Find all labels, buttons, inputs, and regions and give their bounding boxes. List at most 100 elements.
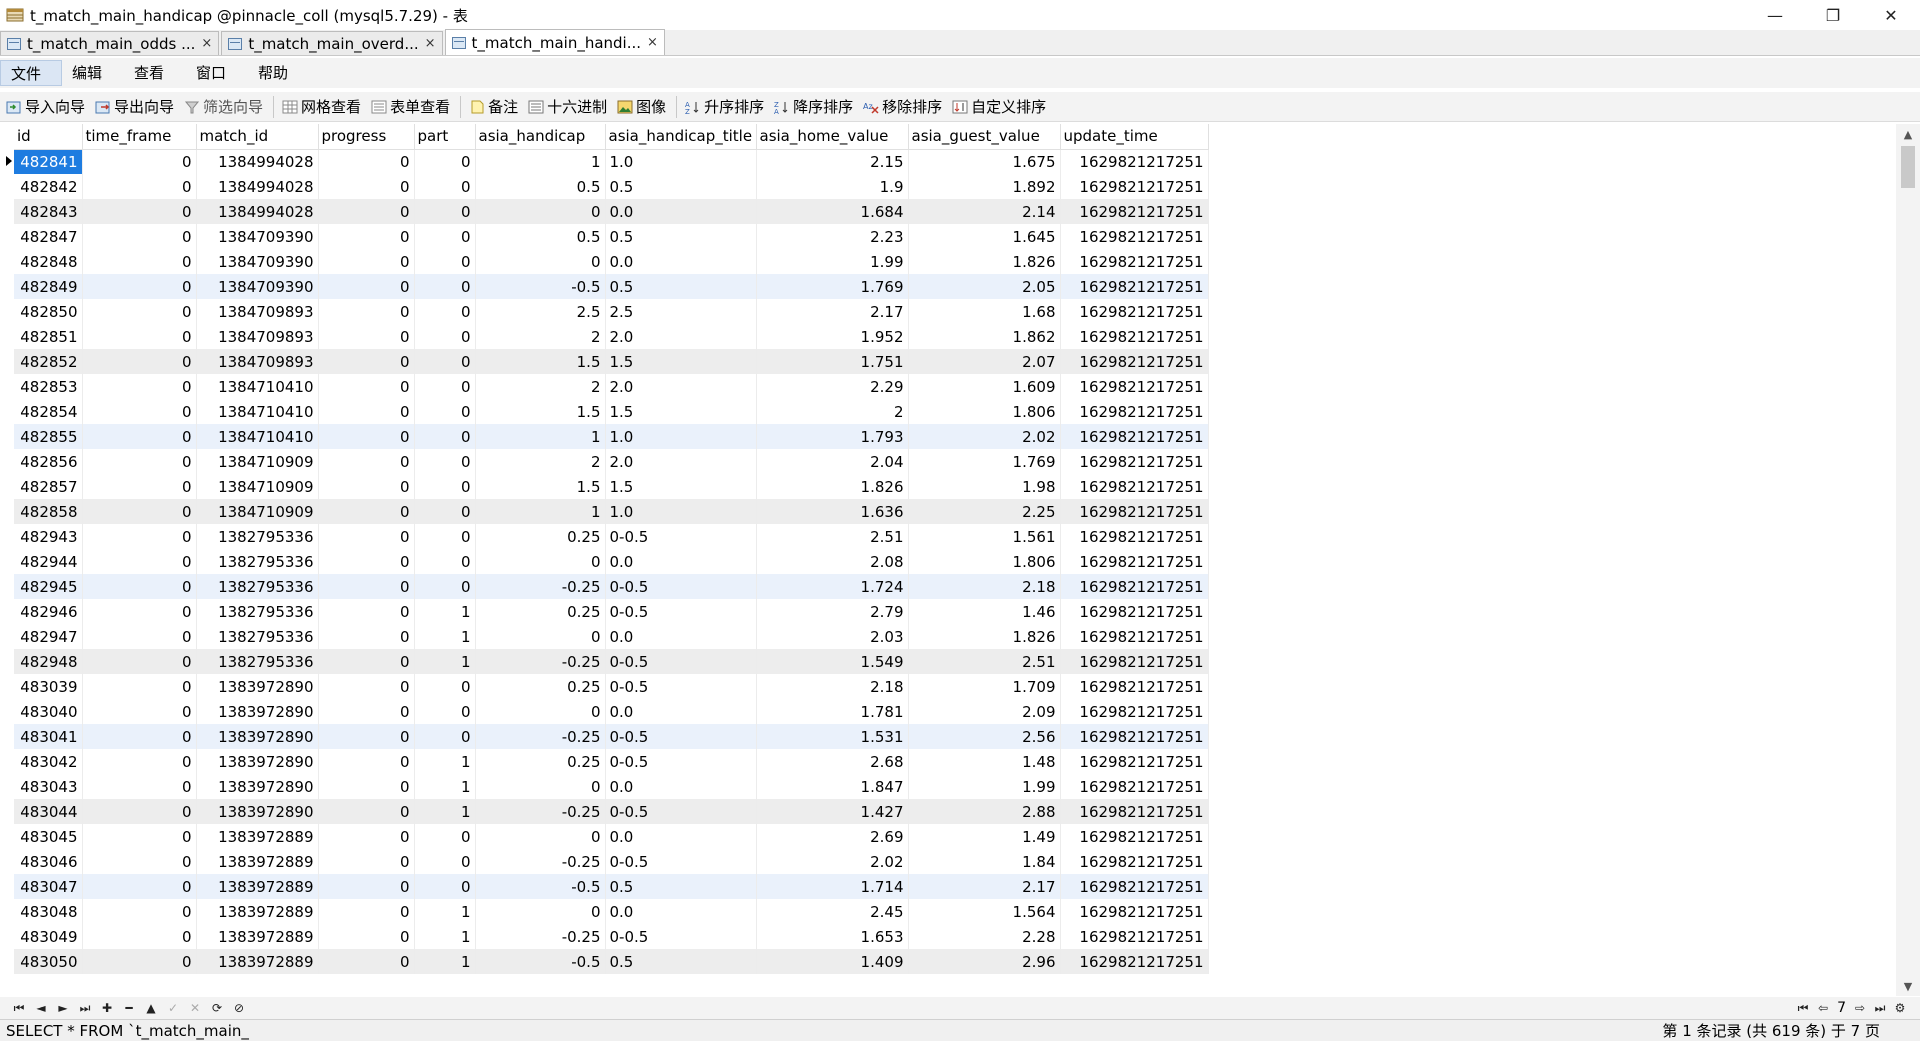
cell-asia-handicap[interactable]: -0.5 bbox=[475, 274, 606, 299]
cell-asia-handicap-title[interactable]: 0.0 bbox=[605, 199, 757, 224]
row-indicator[interactable] bbox=[4, 774, 14, 799]
cell-time-frame[interactable]: 0 bbox=[82, 399, 197, 424]
cell-time-frame[interactable]: 0 bbox=[82, 324, 197, 349]
cell-progress[interactable]: 0 bbox=[318, 824, 415, 849]
apply-changes-icon[interactable]: ▲ bbox=[140, 998, 162, 1018]
cell-update-time[interactable]: 1629821217251 bbox=[1060, 449, 1209, 474]
row-indicator[interactable] bbox=[4, 424, 14, 449]
tab-handicap[interactable]: t_match_main_handi... × bbox=[444, 29, 665, 55]
cell-asia-guest-value[interactable]: 2.05 bbox=[908, 274, 1061, 299]
cell-asia-handicap[interactable]: 0 bbox=[475, 824, 606, 849]
cell-progress[interactable]: 0 bbox=[318, 299, 415, 324]
cell-asia-handicap[interactable]: 0.5 bbox=[475, 174, 606, 199]
row-indicator[interactable] bbox=[4, 324, 14, 349]
cell-id[interactable]: 482849 bbox=[14, 274, 83, 299]
cell-asia-handicap[interactable]: 1.5 bbox=[475, 349, 606, 374]
cell-asia-handicap-title[interactable]: 0.5 bbox=[605, 224, 757, 249]
add-record-icon[interactable]: ✚ bbox=[96, 998, 118, 1018]
cell-asia-handicap-title[interactable]: 0-0.5 bbox=[605, 524, 757, 549]
cell-asia-home-value[interactable]: 1.714 bbox=[756, 874, 909, 899]
cell-part[interactable]: 0 bbox=[414, 174, 476, 199]
row-indicator[interactable] bbox=[4, 249, 14, 274]
cell-part[interactable]: 0 bbox=[414, 299, 476, 324]
cell-asia-guest-value[interactable]: 1.709 bbox=[908, 674, 1061, 699]
cell-match-id[interactable]: 1383972889 bbox=[196, 924, 319, 949]
cell-asia-handicap-title[interactable]: 1.5 bbox=[605, 349, 757, 374]
cell-update-time[interactable]: 1629821217251 bbox=[1060, 549, 1209, 574]
column-header-part[interactable]: part bbox=[414, 124, 476, 150]
cell-asia-guest-value[interactable]: 2.14 bbox=[908, 199, 1061, 224]
cell-asia-guest-value[interactable]: 1.862 bbox=[908, 324, 1061, 349]
memo-button[interactable]: 备注 bbox=[469, 94, 518, 120]
cell-time-frame[interactable]: 0 bbox=[82, 899, 197, 924]
cell-asia-home-value[interactable]: 1.724 bbox=[756, 574, 909, 599]
cell-asia-handicap-title[interactable]: 2.0 bbox=[605, 374, 757, 399]
cell-match-id[interactable]: 1382795336 bbox=[196, 574, 319, 599]
cell-match-id[interactable]: 1383972890 bbox=[196, 749, 319, 774]
cell-id[interactable]: 482848 bbox=[14, 249, 83, 274]
cell-asia-guest-value[interactable]: 1.49 bbox=[908, 824, 1061, 849]
row-indicator[interactable] bbox=[4, 599, 14, 624]
cell-asia-handicap[interactable]: 0 bbox=[475, 249, 606, 274]
cell-progress[interactable]: 0 bbox=[318, 174, 415, 199]
cell-asia-home-value[interactable]: 2.02 bbox=[756, 849, 909, 874]
cell-time-frame[interactable]: 0 bbox=[82, 499, 197, 524]
cell-asia-guest-value[interactable]: 2.18 bbox=[908, 574, 1061, 599]
cell-asia-home-value[interactable]: 1.99 bbox=[756, 249, 909, 274]
cell-asia-guest-value[interactable]: 2.02 bbox=[908, 424, 1061, 449]
cell-asia-home-value[interactable]: 2.03 bbox=[756, 624, 909, 649]
restore-button[interactable]: ❐ bbox=[1804, 0, 1862, 30]
table-row[interactable]: 482947 0 1382795336 0 1 0 0.0 2.03 1.826 16298212… bbox=[4, 624, 1209, 649]
cell-asia-guest-value[interactable]: 1.826 bbox=[908, 624, 1061, 649]
cell-part[interactable]: 0 bbox=[414, 549, 476, 574]
cell-update-time[interactable]: 1629821217251 bbox=[1060, 749, 1209, 774]
scroll-thumb[interactable] bbox=[1901, 146, 1915, 188]
cell-update-time[interactable]: 1629821217251 bbox=[1060, 599, 1209, 624]
scroll-down-icon[interactable]: ▼ bbox=[1896, 976, 1920, 996]
cell-progress[interactable]: 0 bbox=[318, 599, 415, 624]
image-button[interactable]: 图像 bbox=[617, 94, 666, 120]
menu-view[interactable]: 查看 bbox=[124, 60, 186, 86]
cell-asia-handicap[interactable]: -0.25 bbox=[475, 574, 606, 599]
cell-asia-guest-value[interactable]: 1.609 bbox=[908, 374, 1061, 399]
cell-progress[interactable]: 0 bbox=[318, 524, 415, 549]
cell-id[interactable]: 483042 bbox=[14, 749, 83, 774]
cell-asia-guest-value[interactable]: 1.68 bbox=[908, 299, 1061, 324]
row-indicator[interactable] bbox=[4, 474, 14, 499]
cell-match-id[interactable]: 1384994028 bbox=[196, 149, 319, 174]
cell-asia-handicap-title[interactable]: 1.0 bbox=[605, 149, 757, 174]
cell-progress[interactable]: 0 bbox=[318, 474, 415, 499]
cell-match-id[interactable]: 1382795336 bbox=[196, 599, 319, 624]
cell-asia-guest-value[interactable]: 1.806 bbox=[908, 399, 1061, 424]
cell-match-id[interactable]: 1382795336 bbox=[196, 649, 319, 674]
cell-asia-handicap-title[interactable]: 0.0 bbox=[605, 624, 757, 649]
cell-update-time[interactable]: 1629821217251 bbox=[1060, 824, 1209, 849]
row-indicator[interactable] bbox=[4, 149, 14, 174]
cell-part[interactable]: 0 bbox=[414, 874, 476, 899]
cell-match-id[interactable]: 1382795336 bbox=[196, 524, 319, 549]
last-page-icon[interactable]: ⏭ bbox=[1870, 998, 1890, 1018]
minimize-button[interactable]: — bbox=[1746, 0, 1804, 30]
column-header-progress[interactable]: progress bbox=[318, 124, 415, 150]
cell-match-id[interactable]: 1382795336 bbox=[196, 624, 319, 649]
cell-part[interactable]: 0 bbox=[414, 849, 476, 874]
cell-progress[interactable]: 0 bbox=[318, 574, 415, 599]
cell-asia-handicap-title[interactable]: 0-0.5 bbox=[605, 649, 757, 674]
table-row[interactable]: 483043 0 1383972890 0 1 0 0.0 1.847 1.99 16298212… bbox=[4, 774, 1209, 799]
discard-icon[interactable]: ✕ bbox=[184, 998, 206, 1018]
cell-id[interactable]: 482854 bbox=[14, 399, 83, 424]
cell-asia-handicap-title[interactable]: 0.5 bbox=[605, 274, 757, 299]
cell-asia-guest-value[interactable]: 1.84 bbox=[908, 849, 1061, 874]
cell-asia-handicap[interactable]: 0.25 bbox=[475, 674, 606, 699]
cell-progress[interactable]: 0 bbox=[318, 924, 415, 949]
tab-odds[interactable]: t_match_main_odds ... × bbox=[0, 31, 220, 55]
table-row[interactable]: 482852 0 1384709893 0 0 1.5 1.5 1.751 2.07 162982… bbox=[4, 349, 1209, 374]
menu-file[interactable]: 文件 bbox=[0, 60, 62, 86]
cell-time-frame[interactable]: 0 bbox=[82, 274, 197, 299]
cell-asia-home-value[interactable]: 1.9 bbox=[756, 174, 909, 199]
cell-progress[interactable]: 0 bbox=[318, 624, 415, 649]
cell-asia-home-value[interactable]: 1.769 bbox=[756, 274, 909, 299]
row-indicator[interactable] bbox=[4, 574, 14, 599]
cell-asia-home-value[interactable]: 2.69 bbox=[756, 824, 909, 849]
cell-asia-guest-value[interactable]: 1.892 bbox=[908, 174, 1061, 199]
